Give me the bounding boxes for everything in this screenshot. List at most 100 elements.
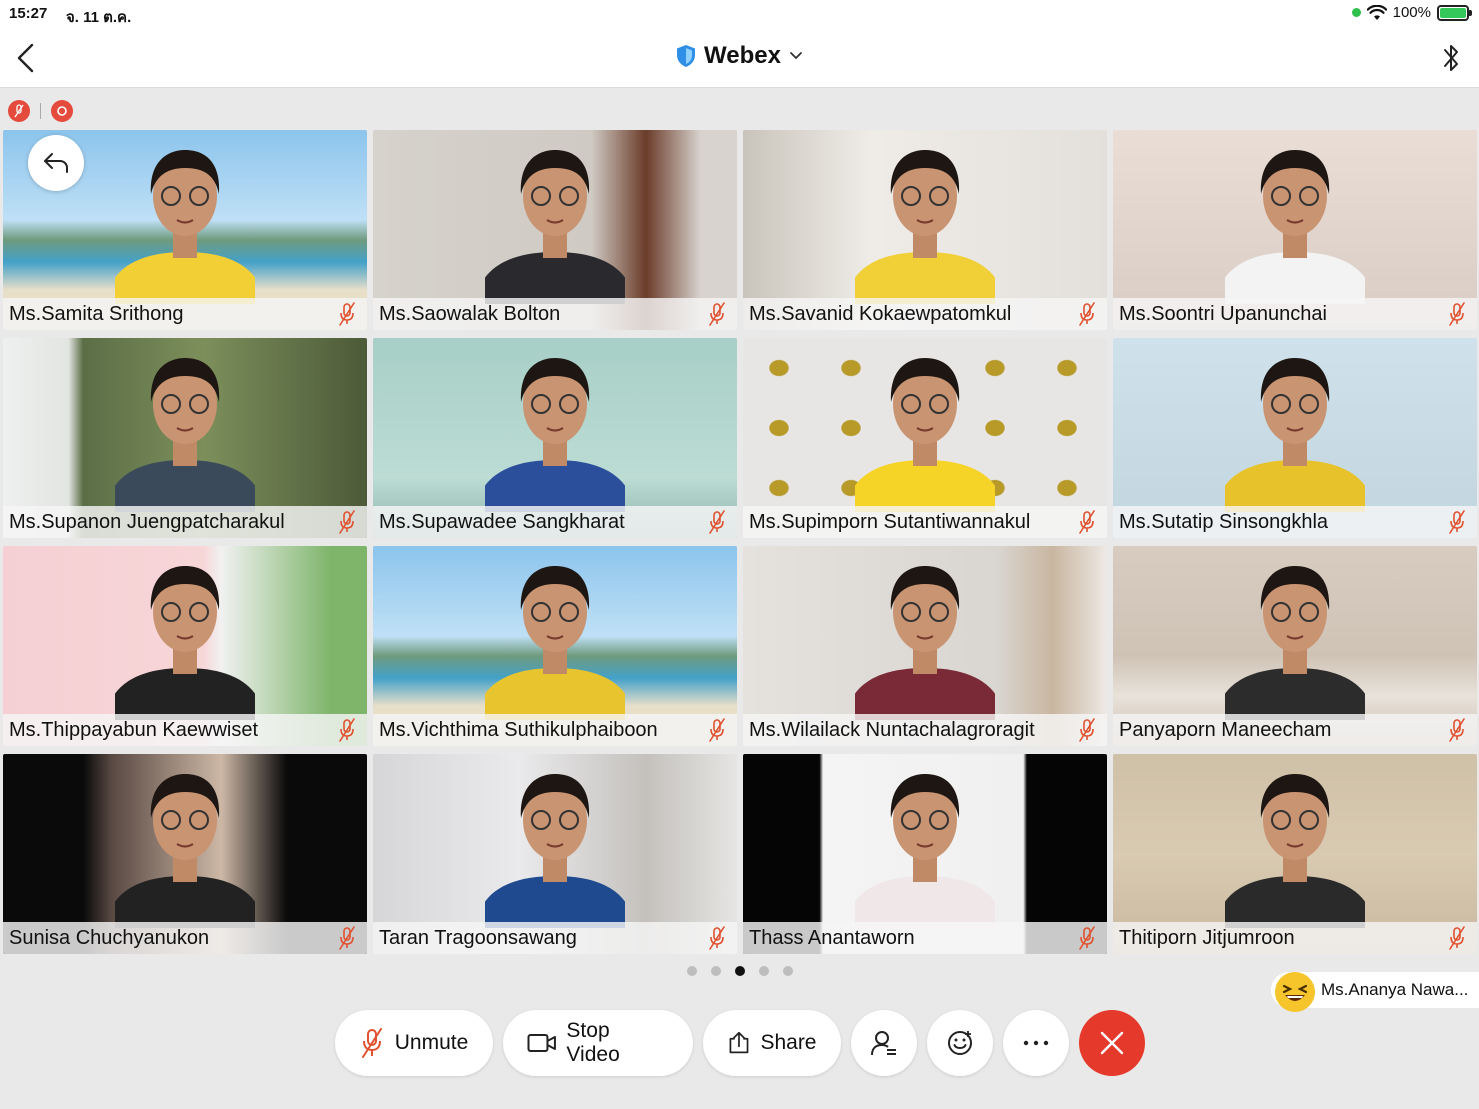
participant-tile[interactable]: Thass Anantaworn	[743, 754, 1107, 954]
page-dot[interactable]	[782, 966, 793, 976]
battery-percent: 100%	[1392, 4, 1431, 21]
participant-name: Taran Tragoonsawang	[379, 926, 577, 949]
participant-silhouette	[1225, 774, 1365, 928]
participant-name-bar: Ms.Samita Srithong	[3, 298, 367, 330]
participant-name: Ms.Sutatip Sinsongkhla	[1119, 510, 1329, 533]
share-button[interactable]: Share	[702, 1010, 841, 1076]
participant-tile[interactable]: Ms.Saowalak Bolton	[373, 130, 737, 330]
mic-muted-icon	[1447, 302, 1467, 326]
participant-tile[interactable]: Thitiporn Jitjumroon	[1113, 754, 1477, 954]
laughing-emoji-icon	[1275, 972, 1315, 1012]
participant-name: Ms.Saowalak Bolton	[379, 302, 561, 325]
unmute-label: Unmute	[394, 1031, 469, 1054]
participant-silhouette	[485, 150, 625, 304]
status-bar: 15:27 จ. 11 ต.ค. 100%	[0, 0, 1479, 28]
meeting-indicators	[8, 100, 73, 122]
participant-name-bar: Ms.Supimporn Sutantiwannakul	[743, 506, 1107, 538]
participant-name-bar: Ms.Vichthima Suthikulphaiboon	[373, 714, 737, 746]
mic-muted-icon	[1077, 718, 1097, 742]
participant-silhouette	[485, 774, 625, 928]
participant-name-bar: Ms.Sutatip Sinsongkhla	[1113, 506, 1477, 538]
return-arrow-button[interactable]	[28, 135, 84, 191]
participant-silhouette	[855, 150, 995, 304]
mic-muted-icon	[1447, 510, 1467, 534]
share-label: Share	[760, 1031, 817, 1054]
video-camera-icon	[526, 1034, 556, 1052]
reactions-button[interactable]	[926, 1010, 993, 1076]
mic-muted-icon	[337, 926, 357, 950]
participant-tile[interactable]: Taran Tragoonsawang	[373, 754, 737, 954]
participant-tile[interactable]: Ms.Soontri Upanunchai	[1113, 130, 1477, 330]
participant-tile[interactable]: Ms.Savanid Kokaewpatomkul	[743, 130, 1107, 330]
participant-tile[interactable]: Ms.Wilailack Nuntachalagroragit	[743, 546, 1107, 746]
battery-icon	[1437, 4, 1472, 21]
mic-muted-icon	[1077, 926, 1097, 950]
participant-silhouette	[855, 566, 995, 720]
page-dot[interactable]	[710, 966, 721, 976]
participant-silhouette	[115, 150, 255, 304]
page-dot[interactable]	[758, 966, 769, 976]
participant-tile[interactable]: Ms.Thippayabun Kaewwiset	[3, 546, 367, 746]
mic-muted-icon	[337, 718, 357, 742]
participant-name: Ms.Supanon Juengpatcharakul	[9, 510, 285, 533]
participant-name: Thass Anantaworn	[749, 926, 915, 949]
participant-name: Ms.Wilailack Nuntachalagroragit	[749, 718, 1035, 741]
mic-muted-icon	[707, 510, 727, 534]
page-dot[interactable]	[734, 966, 745, 976]
shield-icon	[677, 45, 696, 67]
participant-name: Ms.Thippayabun Kaewwiset	[9, 718, 259, 741]
participant-name-bar: Ms.Supanon Juengpatcharakul	[3, 506, 367, 538]
participant-name-bar: Thass Anantaworn	[743, 922, 1107, 954]
participant-silhouette	[115, 358, 255, 512]
mic-muted-icon	[707, 718, 727, 742]
participant-name-bar: Ms.Saowalak Bolton	[373, 298, 737, 330]
participants-icon	[870, 1031, 896, 1056]
meeting-title-dropdown[interactable]: Webex	[0, 42, 1479, 70]
participant-name-bar: Ms.Thippayabun Kaewwiset	[3, 714, 367, 746]
page-dot[interactable]	[686, 966, 697, 976]
more-options-button[interactable]	[1002, 1010, 1069, 1076]
mic-muted-icon	[1077, 510, 1097, 534]
mic-muted-icon	[1447, 926, 1467, 950]
participant-silhouette	[485, 566, 625, 720]
participant-tile[interactable]: Panyaporn Maneecham	[1113, 546, 1477, 746]
chevron-down-icon	[790, 52, 802, 60]
participant-name: Sunisa Chuchyanukon	[9, 926, 210, 949]
mic-muted-icon	[337, 302, 357, 326]
participant-name-bar: Ms.Wilailack Nuntachalagroragit	[743, 714, 1107, 746]
participant-silhouette	[1225, 150, 1365, 304]
participants-button[interactable]	[850, 1010, 917, 1076]
participant-silhouette	[115, 566, 255, 720]
self-view-pill[interactable]: Ms.Ananya Nawa...	[1271, 972, 1479, 1012]
participant-tile[interactable]: Ms.Supimporn Sutantiwannakul	[743, 338, 1107, 538]
camera-in-use-dot	[1351, 8, 1361, 17]
page-indicator[interactable]	[0, 966, 1479, 976]
mic-muted-icon	[1077, 302, 1097, 326]
status-time: 15:27	[9, 5, 48, 22]
participant-tile[interactable]: Ms.Vichthima Suthikulphaiboon	[373, 546, 737, 746]
close-icon	[1100, 1031, 1123, 1055]
participant-silhouette	[1225, 358, 1365, 512]
participant-name: Ms.Soontri Upanunchai	[1119, 302, 1327, 325]
participant-name-bar: Panyaporn Maneecham	[1113, 714, 1477, 746]
participant-grid: Ms.Samita Srithong Ms.Saowalak Bolton Ms.S…	[3, 130, 1477, 954]
stop-video-button[interactable]: Stop Video	[502, 1010, 693, 1076]
participant-name: Ms.Supawadee Sangkharat	[379, 510, 625, 533]
smiley-icon	[947, 1031, 972, 1055]
bluetooth-icon[interactable]	[1439, 40, 1463, 76]
ellipsis-icon	[1023, 1040, 1048, 1046]
participant-tile[interactable]: Ms.Supawadee Sangkharat	[373, 338, 737, 538]
participant-name-bar: Thitiporn Jitjumroon	[1113, 922, 1477, 954]
participant-name: Ms.Savanid Kokaewpatomkul	[749, 302, 1012, 325]
status-date: จ. 11 ต.ค.	[66, 9, 132, 26]
participant-tile[interactable]: Ms.Supanon Juengpatcharakul	[3, 338, 367, 538]
participant-tile[interactable]: Sunisa Chuchyanukon	[3, 754, 367, 954]
participant-tile[interactable]: Ms.Sutatip Sinsongkhla	[1113, 338, 1477, 538]
participant-name-bar: Ms.Savanid Kokaewpatomkul	[743, 298, 1107, 330]
participant-name: Thitiporn Jitjumroon	[1119, 926, 1295, 949]
participant-name: Panyaporn Maneecham	[1119, 718, 1332, 741]
participant-tile[interactable]: Ms.Samita Srithong	[3, 130, 367, 330]
unmute-button[interactable]: Unmute	[334, 1010, 493, 1076]
leave-meeting-button[interactable]	[1078, 1010, 1145, 1076]
participant-silhouette	[485, 358, 625, 512]
